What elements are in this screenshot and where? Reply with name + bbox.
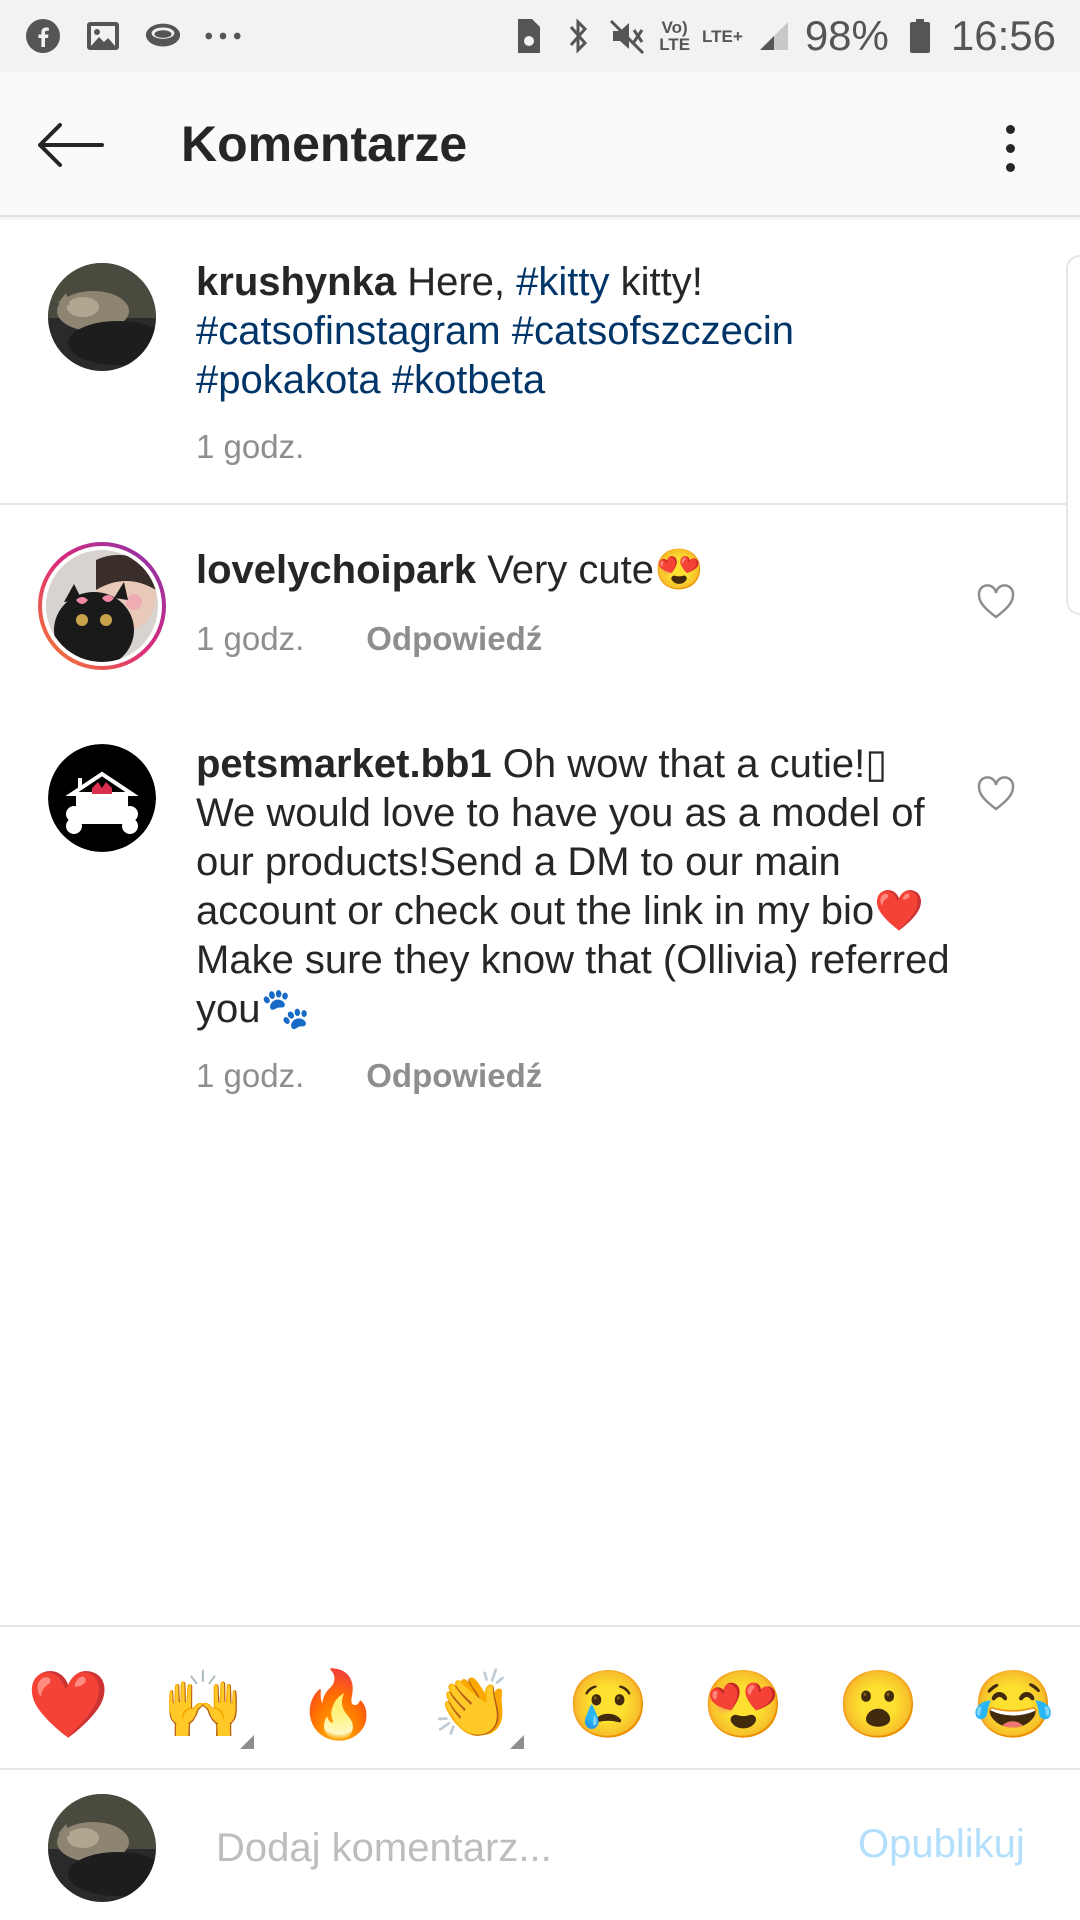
lte-indicator: LTE+ [702, 26, 743, 46]
comment-text: petsmarket.bb1 Oh wow that a cutie!▯ We … [196, 740, 956, 1034]
comment-body: Very cute😍 [476, 548, 704, 592]
comment-meta: 1 godz. Odpowiedź [196, 1057, 542, 1095]
battery-icon [901, 17, 939, 55]
more-options-button[interactable] [990, 115, 1030, 181]
composer-avatar [48, 1794, 156, 1902]
comment-text: lovelychoipark Very cute😍 [196, 546, 956, 595]
comment-time: 1 godz. [196, 620, 305, 657]
reply-button[interactable]: Odpowiedź [366, 1057, 542, 1095]
signal-icon [755, 17, 793, 55]
reply-button[interactable]: Odpowiedź [366, 620, 542, 658]
emoji-quick-bar: ❤️ 🙌 🔥 👏 😢 😍 😮 😂 [0, 1625, 1080, 1770]
emoji-crying[interactable]: 😢 [567, 1663, 649, 1745]
more-dots-icon [204, 17, 242, 55]
page-title: Komentarze [181, 116, 468, 172]
emoji-raising-hands[interactable]: 🙌 [162, 1663, 244, 1745]
status-bar: Vo) LTE LTE+ 98% 16:56 [0, 0, 1080, 72]
comment-username[interactable]: lovelychoipark [196, 548, 476, 592]
skin-tone-indicator [240, 1735, 254, 1749]
caption-username[interactable]: krushynka [196, 260, 396, 304]
heart-outline-icon [977, 776, 1015, 811]
emoji-fire[interactable]: 🔥 [297, 1663, 379, 1745]
bluetooth-icon [559, 17, 597, 55]
caption-body: Here, [396, 260, 517, 304]
comment-username[interactable]: petsmarket.bb1 [196, 742, 492, 786]
hashtag-kitty[interactable]: #kitty [516, 260, 609, 304]
mute-icon [609, 17, 647, 55]
messenger-icon [144, 17, 182, 55]
more-dot [1005, 143, 1015, 153]
volte-indicator: Vo) LTE [659, 18, 691, 54]
like-comment-button[interactable] [976, 774, 1016, 814]
comment-input[interactable] [216, 1820, 816, 1876]
scroll-edge-indicator [1066, 255, 1080, 615]
emoji-clapping[interactable]: 👏 [432, 1663, 514, 1745]
emoji-tears-of-joy[interactable]: 😂 [972, 1663, 1054, 1745]
emoji-heart[interactable]: ❤️ [27, 1663, 109, 1745]
more-vertical-icon [1005, 124, 1015, 134]
sim-icon [509, 17, 547, 55]
caption-divider [0, 503, 1066, 505]
caption-meta: 1 godz. [196, 428, 304, 466]
caption-time: 1 godz. [196, 428, 305, 465]
caption-avatar[interactable] [48, 263, 156, 371]
skin-tone-indicator [510, 1735, 524, 1749]
publish-button[interactable]: Opublikuj [858, 1822, 1025, 1867]
comment-meta: 1 godz. Odpowiedź [196, 620, 542, 658]
battery-percent: 98% [804, 12, 889, 59]
clock: 16:56 [950, 12, 1056, 59]
emoji-heart-eyes[interactable]: 😍 [702, 1663, 784, 1745]
top-app-bar: Komentarze [0, 72, 1080, 217]
like-comment-button[interactable] [976, 582, 1016, 622]
comment-composer: Opublikuj [0, 1770, 1080, 1920]
emoji-surprised[interactable]: 😮 [837, 1663, 919, 1745]
facebook-icon [24, 17, 62, 55]
back-arrow-icon [38, 123, 104, 167]
caption-hashtags-line-3[interactable]: #pokakota #kotbeta [196, 358, 545, 402]
caption-hashtags-line-2[interactable]: #catsofinstagram #catsofszczecin [196, 309, 794, 353]
caption-text: krushynka Here, #kitty kitty! #catsofins… [196, 258, 956, 405]
back-button[interactable] [30, 112, 110, 178]
caption-body-2: kitty! [609, 260, 703, 304]
heart-outline-icon [977, 584, 1015, 619]
more-dot [1005, 162, 1015, 172]
comment-avatar[interactable] [48, 744, 156, 852]
comment-avatar-story[interactable] [36, 540, 168, 672]
gallery-icon [84, 17, 122, 55]
comment-time: 1 godz. [196, 1057, 305, 1094]
